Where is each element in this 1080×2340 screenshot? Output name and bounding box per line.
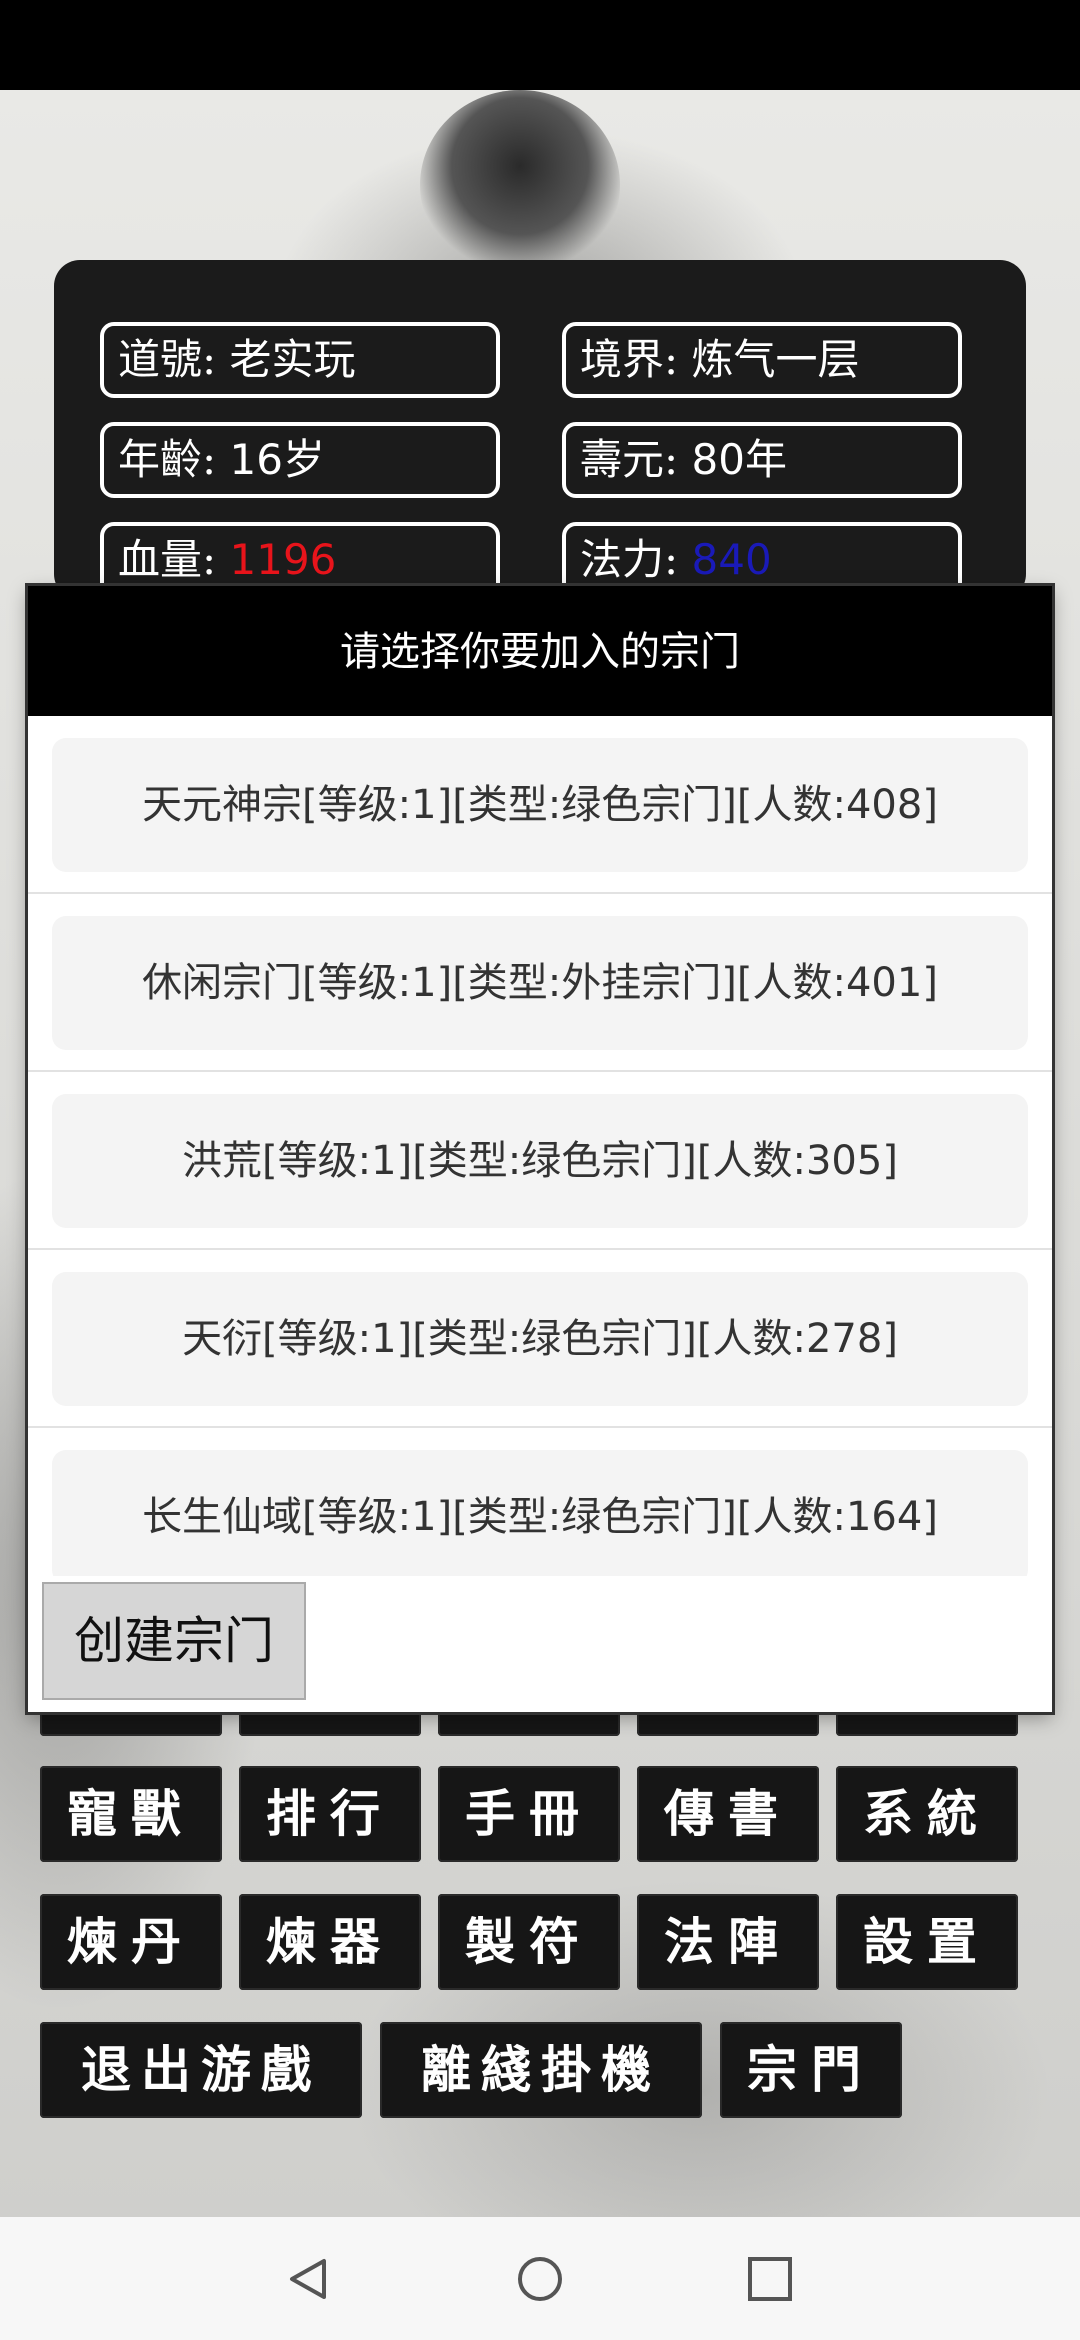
- recents-icon[interactable]: [746, 2255, 794, 2303]
- sect-option-tianyan[interactable]: 天衍[等级:1][类型:绿色宗门][人数:278]: [52, 1272, 1028, 1406]
- sect-option-xiuxian[interactable]: 休闲宗门[等级:1][类型:外挂宗门][人数:401]: [52, 916, 1028, 1050]
- exit-game-button[interactable]: 退出游戲: [40, 2022, 362, 2118]
- offline-idle-button[interactable]: 離綫掛機: [380, 2022, 702, 2118]
- list-item: 天衍[等级:1][类型:绿色宗门][人数:278]: [28, 1250, 1052, 1428]
- list-item: 长生仙域[等级:1][类型:绿色宗门][人数:164]: [28, 1428, 1052, 1576]
- home-icon[interactable]: [516, 2255, 564, 2303]
- system-button[interactable]: 系統: [836, 1766, 1018, 1862]
- ink-figure-decoration: [420, 90, 620, 280]
- list-item: 天元神宗[等级:1][类型:绿色宗门][人数:408]: [28, 716, 1052, 894]
- back-icon[interactable]: [284, 2255, 332, 2303]
- join-sect-dialog: 请选择你要加入的宗门 天元神宗[等级:1][类型:绿色宗门][人数:408] 休…: [28, 586, 1052, 1712]
- manual-button[interactable]: 手冊: [438, 1766, 620, 1862]
- realm-field: 境界: 炼气一层: [562, 322, 962, 398]
- forging-button[interactable]: 煉器: [239, 1894, 421, 1990]
- hp-label: 血量:: [118, 535, 217, 584]
- sect-option-tianyuan[interactable]: 天元神宗[等级:1][类型:绿色宗门][人数:408]: [52, 738, 1028, 872]
- sect-list[interactable]: 天元神宗[等级:1][类型:绿色宗门][人数:408] 休闲宗门[等级:1][类…: [28, 716, 1052, 1576]
- formation-button[interactable]: 法陣: [637, 1894, 819, 1990]
- list-item: 休闲宗门[等级:1][类型:外挂宗门][人数:401]: [28, 894, 1052, 1072]
- alchemy-button[interactable]: 煉丹: [40, 1894, 222, 1990]
- sect-option-changsheng[interactable]: 长生仙域[等级:1][类型:绿色宗门][人数:164]: [52, 1450, 1028, 1576]
- realm-value: 炼气一层: [691, 335, 860, 384]
- sect-option-honghuang[interactable]: 洪荒[等级:1][类型:绿色宗门][人数:305]: [52, 1094, 1028, 1228]
- daohao-label: 道號:: [118, 335, 217, 384]
- realm-label: 境界:: [580, 335, 679, 384]
- mana-label: 法力:: [580, 535, 679, 584]
- player-status-card: 道號: 老实玩 境界: 炼气一层 年齡: 16岁 壽元: 80年 血量: 119…: [54, 260, 1026, 600]
- lifespan-value: 80年: [691, 435, 787, 484]
- daohao-field: 道號: 老实玩: [100, 322, 500, 398]
- mail-button[interactable]: 傳書: [637, 1766, 819, 1862]
- pet-button[interactable]: 寵獸: [40, 1766, 222, 1862]
- create-sect-button[interactable]: 创建宗门: [42, 1582, 306, 1700]
- navigation-bar: [0, 2217, 1080, 2340]
- lifespan-field: 壽元: 80年: [562, 422, 962, 498]
- talisman-button[interactable]: 製符: [438, 1894, 620, 1990]
- dialog-title: 请选择你要加入的宗门: [28, 586, 1052, 716]
- hp-value: 1196: [229, 535, 337, 584]
- status-bar: [0, 0, 1080, 90]
- lifespan-label: 壽元:: [580, 435, 679, 484]
- list-item: 洪荒[等级:1][类型:绿色宗门][人数:305]: [28, 1072, 1052, 1250]
- age-field: 年齡: 16岁: [100, 422, 500, 498]
- age-label: 年齡:: [118, 435, 217, 484]
- daohao-value: 老实玩: [229, 335, 356, 384]
- mana-value: 840: [691, 535, 772, 584]
- ranking-button[interactable]: 排行: [239, 1766, 421, 1862]
- sect-button[interactable]: 宗門: [720, 2022, 902, 2118]
- age-value: 16岁: [229, 435, 325, 484]
- settings-button[interactable]: 設置: [836, 1894, 1018, 1990]
